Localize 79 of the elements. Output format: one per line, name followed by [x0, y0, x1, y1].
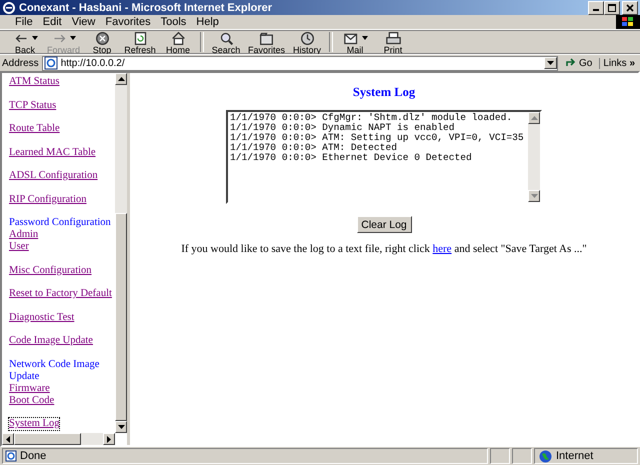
clear-log-button[interactable]: Clear Log: [356, 216, 412, 233]
menu-item[interactable]: Favorites: [100, 16, 156, 28]
dropdown-caret-icon: [70, 36, 76, 40]
up-arrow-icon: [530, 116, 538, 120]
scroll-thumb[interactable]: [14, 433, 81, 445]
save-instructions: If you would like to save the log to a text file, right click here and select "Save Target As ...": [181, 243, 587, 255]
log-line: 1/1/1970 0:0:0> Ethernet Device 0 Detected: [230, 153, 473, 163]
log-line: 1/1/1970 0:0:0> Dynamic NAPT is enabled: [230, 123, 456, 133]
scroll-thumb[interactable]: [115, 212, 127, 421]
toolbar-button[interactable]: Favorites: [245, 30, 288, 54]
page-icon: [5, 450, 17, 462]
minimize-icon: [593, 9, 599, 11]
go-arrow-icon: [564, 58, 577, 68]
toolbar-button[interactable]: History: [288, 30, 326, 54]
toolbar-button[interactable]: Mail: [336, 30, 374, 54]
nav-link[interactable]: Firmware: [9, 382, 50, 394]
nav-link[interactable]: RIP Configuration: [9, 194, 86, 206]
folder-icon: [258, 30, 276, 46]
dropdown-button[interactable]: [544, 57, 557, 69]
page-heading: System Log: [352, 85, 416, 100]
maximize-button[interactable]: [604, 0, 620, 14]
printer-icon: [384, 30, 402, 46]
menu-item[interactable]: View: [66, 16, 100, 28]
nav-link[interactable]: Admin: [9, 229, 38, 241]
nav-link[interactable]: TCP Status: [9, 100, 56, 112]
log-line: 1/1/1970 0:0:0> CfgMgr: 'Shtm.dlz' module loaded.: [230, 113, 514, 123]
nav-link[interactable]: ATM Status: [9, 76, 60, 88]
nav-link[interactable]: ADSL Configuration: [9, 170, 98, 182]
menu-item[interactable]: File: [10, 16, 38, 28]
browser-icon: [2, 0, 16, 14]
log-line: 1/1/1970 0:0:0> ATM: Setting up vcc0, VPI=0, VCI=35: [230, 133, 525, 143]
mail-icon: [342, 30, 360, 46]
toolbar-button[interactable]: Home: [159, 30, 198, 54]
links-button[interactable]: Links »: [599, 58, 638, 68]
log-textarea[interactable]: [226, 110, 542, 204]
horizontal-scrollbar[interactable]: [2, 433, 115, 445]
nav-link[interactable]: System Log: [9, 418, 60, 430]
close-button[interactable]: [622, 0, 638, 14]
nav-link[interactable]: Reset to Factory Default: [9, 288, 112, 300]
globe-icon: [539, 450, 552, 462]
down-arrow-icon: [118, 425, 124, 429]
address-field[interactable]: http://10.0.0.2/: [42, 56, 558, 70]
nav-link[interactable]: Misc Configuration: [9, 264, 92, 276]
toolbar-button[interactable]: Print: [374, 30, 412, 54]
window-title: Conexant - Hasbani - Microsoft Internet Explorer: [19, 2, 272, 14]
log-line: 1/1/1970 0:0:0> ATM: Detected: [230, 143, 398, 153]
nav-link[interactable]: Boot Code: [9, 394, 54, 406]
toolbar-button[interactable]: Refresh: [121, 30, 160, 54]
left-arrow-icon: [6, 436, 10, 442]
menu-item[interactable]: Tools: [156, 16, 192, 28]
nav-link[interactable]: Route Table: [9, 123, 60, 135]
windows-logo-icon: [616, 15, 640, 29]
nav-link[interactable]: Diagnostic Test: [9, 312, 74, 324]
close-icon: [626, 4, 634, 12]
right-arrow-icon: [107, 436, 111, 442]
toolbar-button[interactable]: Back: [6, 30, 44, 54]
menu-item[interactable]: Edit: [38, 16, 67, 28]
menu-item[interactable]: Help: [191, 16, 224, 28]
maximize-icon: [608, 4, 616, 12]
address-label: Address: [2, 58, 39, 68]
up-arrow-icon: [118, 77, 124, 81]
nav-link[interactable]: Learned MAC Table: [9, 146, 96, 158]
dropdown-caret-icon: [32, 36, 38, 40]
toolbar-button[interactable]: Stop: [83, 30, 122, 54]
vertical-scrollbar[interactable]: [115, 73, 127, 433]
zone-text: Internet: [556, 450, 594, 462]
here-link[interactable]: here: [432, 243, 452, 255]
history-icon: [298, 30, 316, 46]
toolbar-button[interactable]: Search: [207, 30, 246, 54]
menu-heading: Password Configuration: [9, 217, 111, 229]
down-arrow-icon: [530, 194, 538, 198]
status-text: Done: [20, 450, 46, 462]
menu-heading: Network Code Image Update: [9, 358, 100, 382]
minimize-button[interactable]: [588, 0, 604, 14]
home-icon: [170, 30, 187, 46]
caret-icon: [546, 61, 554, 65]
nav-link[interactable]: User: [9, 241, 29, 253]
dropdown-caret-icon: [362, 36, 368, 40]
nav-link[interactable]: Code Image Update: [9, 335, 93, 347]
